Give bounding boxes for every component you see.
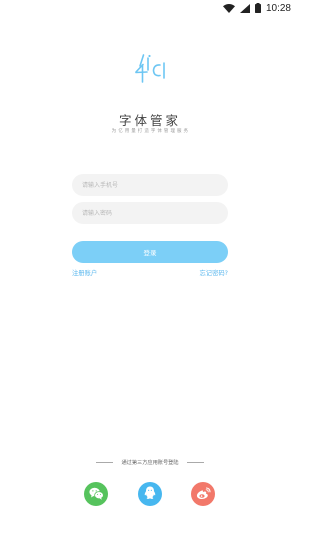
battery-icon bbox=[254, 3, 261, 13]
qq-login-button[interactable] bbox=[138, 482, 162, 506]
wechat-login-button[interactable] bbox=[84, 482, 108, 506]
wechat-icon bbox=[88, 485, 104, 504]
status-time: 10:28 bbox=[265, 2, 291, 14]
app-name: 字体管家 bbox=[118, 113, 181, 128]
app-slogan: 为 亿 用 量 打 造 字 体 管 理 服 务 bbox=[111, 129, 189, 134]
wifi-icon bbox=[222, 3, 235, 13]
weibo-icon bbox=[196, 485, 211, 504]
divider-line-left bbox=[96, 462, 114, 463]
divider-line-right bbox=[186, 462, 204, 463]
weibo-login-button[interactable] bbox=[191, 482, 215, 506]
phone-input[interactable] bbox=[72, 174, 228, 196]
signal-icon bbox=[239, 3, 250, 13]
third-party-label: 通过第三方应用账号登陆 bbox=[121, 460, 179, 466]
app-logo-icon bbox=[133, 52, 167, 84]
status-bar: 10:28 bbox=[0, 0, 300, 16]
login-button[interactable]: 登录 bbox=[72, 241, 228, 263]
forgot-password-link[interactable]: 忘记密码? bbox=[199, 268, 228, 277]
password-input[interactable] bbox=[72, 202, 228, 224]
third-party-divider: 通过第三方应用账号登陆 bbox=[0, 459, 300, 466]
qq-icon bbox=[144, 485, 156, 504]
register-link[interactable]: 注册账户 bbox=[72, 268, 97, 277]
